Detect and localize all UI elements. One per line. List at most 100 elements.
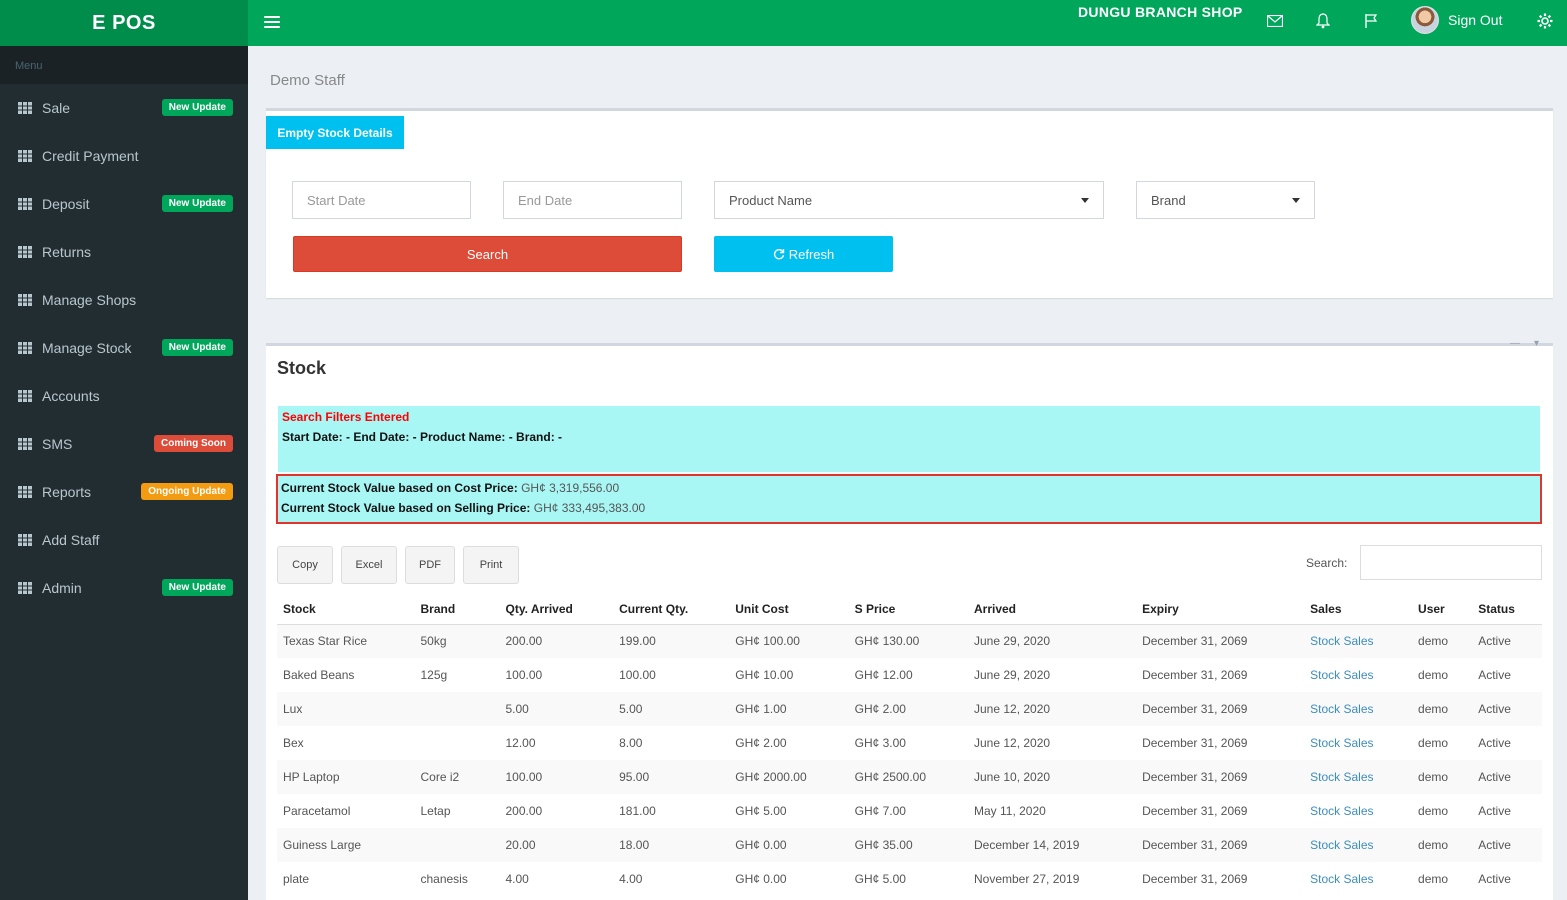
end-date-input[interactable]: End Date — [503, 181, 682, 219]
sidebar-item-label: SMS — [42, 436, 73, 452]
stock-sales-link[interactable]: Stock Sales — [1304, 760, 1413, 794]
table-cell: 5.00 — [613, 692, 730, 726]
stock-sales-link[interactable]: Stock Sales — [1304, 658, 1412, 692]
column-header-current-qty[interactable]: Current Qty. — [613, 594, 730, 625]
stock-sales-link[interactable]: Stock Sales — [1304, 692, 1413, 726]
column-header-stock[interactable]: Stock — [277, 594, 415, 625]
cost-value-label: Current Stock Value based on Cost Price: — [281, 481, 518, 495]
table-row: Paracetamol Letap 200.00 181.00 GH¢ 5.00 GH¢ … — [277, 794, 1542, 828]
stock-sales-link[interactable]: Stock Sales — [1304, 862, 1412, 896]
print-button[interactable]: Print — [463, 546, 519, 584]
table-cell: December 31, 2069 — [1136, 624, 1305, 658]
selling-value-label: Current Stock Value based on Selling Pri… — [281, 501, 531, 515]
table-cell: 95.00 — [613, 760, 730, 794]
table-cell: GH¢ 1.00 — [729, 692, 849, 726]
brand-select[interactable]: Brand — [1136, 181, 1315, 219]
table-icon — [18, 438, 32, 450]
sidebar-item-admin[interactable]: Admin New Update — [0, 564, 248, 612]
table-cell: Texas Star Rice — [277, 624, 415, 658]
sidebar-item-label: Sale — [42, 100, 71, 116]
table-cell: 100.00 — [619, 668, 656, 682]
refresh-button[interactable]: Refresh — [714, 236, 893, 272]
sign-out-link[interactable]: Sign Out — [1448, 12, 1502, 28]
column-header-arrived[interactable]: Arrived — [967, 594, 1137, 625]
product-name-select-value: Product Name — [729, 192, 813, 208]
table-cell: December 31, 2069 — [1142, 668, 1248, 682]
column-header-s-price[interactable]: S Price — [848, 594, 968, 625]
pdf-button[interactable]: PDF — [405, 546, 455, 584]
excel-button[interactable]: Excel — [341, 546, 397, 584]
table-cell — [414, 726, 499, 760]
sidebar-item-label: Accounts — [42, 388, 100, 404]
table-cell: GH¢ 2.00 — [735, 736, 787, 750]
table-cell: 100.00 — [499, 760, 614, 794]
stock-sales-link[interactable]: Stock Sales — [1304, 828, 1413, 862]
search-button[interactable]: Search — [293, 236, 682, 272]
table-cell: December 31, 2069 — [1142, 872, 1248, 886]
table-cell: 18.00 — [613, 828, 730, 862]
sidebar-item-deposit[interactable]: Deposit New Update — [0, 180, 248, 228]
sidebar-item-reports[interactable]: Reports Ongoing Update — [0, 468, 248, 516]
table-cell: June 12, 2020 — [973, 736, 1051, 750]
table-cell: GH¢ 100.00 — [729, 624, 849, 658]
copy-button[interactable]: Copy — [277, 546, 333, 584]
user-avatar[interactable] — [1411, 6, 1439, 34]
stock-sales-link[interactable]: Stock Sales — [1304, 726, 1412, 760]
menu-toggle-icon[interactable] — [264, 12, 280, 32]
table-cell: 12.00 — [505, 736, 536, 750]
app-logo[interactable]: E POS — [0, 0, 248, 46]
table-cell — [414, 828, 500, 862]
sidebar-item-credit-payment[interactable]: Credit Payment — [0, 132, 248, 180]
table-cell: 200.00 — [499, 624, 614, 658]
product-name-select[interactable]: Product Name — [714, 181, 1104, 219]
sidebar-item-label: Deposit — [42, 196, 90, 212]
table-cell: Letap — [420, 804, 451, 818]
column-header-unit-cost[interactable]: Unit Cost — [729, 594, 849, 625]
start-date-input[interactable]: Start Date — [292, 181, 471, 219]
table-cell: December 31, 2069 — [1142, 736, 1248, 750]
column-header-user[interactable]: User — [1412, 594, 1473, 625]
column-header-qty-arrived[interactable]: Qty. Arrived — [499, 594, 614, 625]
table-icon — [18, 390, 32, 402]
bell-icon[interactable] — [1314, 12, 1332, 30]
table-cell: Core i2 — [414, 760, 500, 794]
sidebar-item-manage-stock[interactable]: Manage Stock New Update — [0, 324, 248, 372]
page-breadcrumb: Demo Staff — [270, 72, 345, 89]
gear-icon[interactable] — [1536, 12, 1554, 30]
top-navbar: DUNGU BRANCH SHOP Sign Out — [248, 0, 1567, 46]
envelope-icon[interactable] — [1266, 12, 1284, 30]
sidebar-item-sms[interactable]: SMS Coming Soon — [0, 420, 248, 468]
table-cell: demo — [1418, 804, 1449, 818]
collapse-icon[interactable]: ▾ — [1534, 338, 1539, 349]
table-cell: GH¢ 35.00 — [848, 828, 968, 862]
table-icon — [18, 342, 32, 354]
table-search-input[interactable] — [1360, 545, 1542, 580]
table-cell: June 29, 2020 — [973, 668, 1051, 682]
sidebar-item-sale[interactable]: Sale New Update — [0, 84, 248, 132]
sidebar-item-label: Reports — [42, 484, 92, 500]
sidebar-item-add-staff[interactable]: Add Staff — [0, 516, 248, 564]
table-icon — [18, 102, 32, 114]
table-cell: 200.00 — [505, 804, 543, 818]
shop-name: DUNGU BRANCH SHOP — [1078, 4, 1243, 20]
search-filters-alert: Search Filters Entered Start Date: - End… — [278, 406, 1540, 472]
flag-icon[interactable] — [1362, 12, 1380, 30]
table-cell: GH¢ 2.00 — [848, 692, 968, 726]
chevron-down-icon — [1292, 197, 1300, 203]
table-cell: Active — [1472, 624, 1542, 658]
column-header-status[interactable]: Status — [1472, 594, 1542, 625]
sidebar-item-accounts[interactable]: Accounts — [0, 372, 248, 420]
stock-sales-link[interactable]: Stock Sales — [1304, 624, 1413, 658]
table-cell: Lux — [277, 692, 415, 726]
column-header-brand[interactable]: Brand — [414, 594, 500, 625]
sidebar-item-returns[interactable]: Returns — [0, 228, 248, 276]
table-cell: HP Laptop — [277, 760, 415, 794]
table-cell: 4.00 — [619, 872, 643, 886]
sidebar-item-manage-shops[interactable]: Manage Shops — [0, 276, 248, 324]
column-header-sales[interactable]: Sales — [1304, 594, 1413, 625]
empty-stock-details-tab[interactable]: Empty Stock Details — [266, 116, 404, 149]
stock-sales-link[interactable]: Stock Sales — [1304, 794, 1412, 828]
minimize-icon[interactable]: — — [1510, 338, 1520, 349]
column-header-expiry[interactable]: Expiry — [1136, 594, 1305, 625]
table-cell: GH¢ 130.00 — [848, 624, 968, 658]
